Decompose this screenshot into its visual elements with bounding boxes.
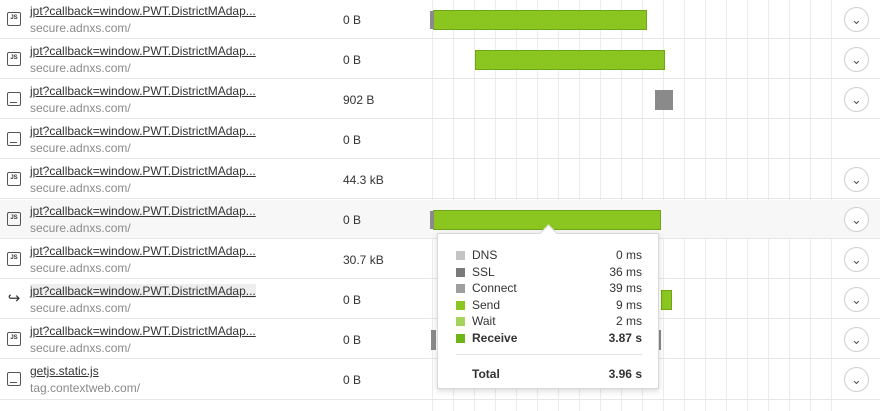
timing-value: 2 ms xyxy=(615,314,642,328)
request-name-link[interactable]: jpt?callback=window.PWT.DistrictMAdap... xyxy=(30,84,256,98)
request-name-link[interactable]: jpt?callback=window.PWT.DistrictMAdap... xyxy=(30,4,256,18)
request-domain: secure.adnxs.com/ xyxy=(30,181,131,195)
redirect-arrow-icon: ↪ xyxy=(7,290,21,307)
request-size: 0 B xyxy=(343,13,362,27)
timing-value: 36 ms xyxy=(609,265,642,279)
request-row[interactable]: JS jpt?callback=window.PWT.DistrictMAdap… xyxy=(0,40,880,79)
request-size: 0 B xyxy=(343,293,362,307)
request-size: 0 B xyxy=(343,133,362,147)
legend-swatch xyxy=(456,301,465,310)
legend-swatch xyxy=(456,284,465,293)
timing-receive: Receive 3.87 s xyxy=(456,331,642,347)
timing-value: 0 ms xyxy=(615,248,642,262)
request-domain: secure.adnxs.com/ xyxy=(30,261,131,275)
legend-swatch xyxy=(456,251,465,260)
request-name-link[interactable]: jpt?callback=window.PWT.DistrictMAdap... xyxy=(30,244,256,258)
timing-ssl: SSL 36 ms xyxy=(456,265,642,281)
timing-bar[interactable] xyxy=(475,50,665,70)
legend-swatch xyxy=(456,317,465,326)
request-name-link[interactable]: jpt?callback=window.PWT.DistrictMAdap... xyxy=(30,284,256,298)
timing-label: DNS xyxy=(472,248,498,262)
request-name-link[interactable]: jpt?callback=window.PWT.DistrictMAdap... xyxy=(30,124,256,138)
timing-bar-queue xyxy=(431,330,436,350)
request-domain: secure.adnxs.com/ xyxy=(30,301,131,315)
request-domain: secure.adnxs.com/ xyxy=(30,221,131,235)
timing-connect: Connect 39 ms xyxy=(456,281,642,297)
timing-label: Connect xyxy=(472,281,517,295)
chevron-down-icon[interactable]: ⌄ xyxy=(844,167,869,192)
timing-value: 3.87 s xyxy=(608,331,642,345)
timing-label: SSL xyxy=(472,265,495,279)
timing-send: Send 9 ms xyxy=(456,298,642,314)
js-file-icon: JS xyxy=(7,252,21,266)
js-file-icon: JS xyxy=(7,332,21,346)
request-row[interactable]: jpt?callback=window.PWT.DistrictMAdap...… xyxy=(0,120,880,159)
request-name-link[interactable]: jpt?callback=window.PWT.DistrictMAdap... xyxy=(30,164,256,178)
timing-bar[interactable] xyxy=(661,290,672,310)
js-file-icon: JS xyxy=(7,12,21,26)
request-size: 0 B xyxy=(343,373,362,387)
request-size: 0 B xyxy=(343,53,362,67)
chevron-down-icon[interactable]: ⌄ xyxy=(844,367,869,392)
chevron-down-icon[interactable]: ⌄ xyxy=(844,87,869,112)
request-domain: secure.adnxs.com/ xyxy=(30,21,131,35)
request-domain: tag.contextweb.com/ xyxy=(30,381,141,395)
chevron-down-icon[interactable]: ⌄ xyxy=(844,7,869,32)
timing-label: Wait xyxy=(472,314,496,328)
image-file-icon xyxy=(7,372,21,386)
request-domain: secure.adnxs.com/ xyxy=(30,101,131,115)
timing-label: Send xyxy=(472,298,501,312)
legend-swatch xyxy=(456,268,465,277)
chevron-down-icon[interactable]: ⌄ xyxy=(844,287,869,312)
timing-tooltip: DNS 0 ms SSL 36 ms Connect 39 ms Send 9 … xyxy=(437,224,659,389)
timing-label: Receive xyxy=(472,331,518,345)
chevron-down-icon[interactable]: ⌄ xyxy=(844,247,869,272)
request-name-link[interactable]: getjs.static.js xyxy=(30,364,99,378)
js-file-icon: JS xyxy=(7,52,21,66)
timing-bar[interactable] xyxy=(655,90,673,110)
timing-value: 39 ms xyxy=(609,281,642,295)
request-domain: secure.adnxs.com/ xyxy=(30,141,131,155)
request-size: 0 B xyxy=(343,213,362,227)
timing-total: Total 3.96 s xyxy=(456,367,642,383)
request-size: 902 B xyxy=(343,93,375,107)
request-name-link[interactable]: jpt?callback=window.PWT.DistrictMAdap... xyxy=(30,324,256,338)
image-file-icon xyxy=(7,92,21,106)
request-row[interactable]: JS jpt?callback=window.PWT.DistrictMAdap… xyxy=(0,160,880,199)
chevron-down-icon[interactable]: ⌄ xyxy=(844,327,869,352)
request-size: 44.3 kB xyxy=(343,173,384,187)
timing-wait: Wait 2 ms xyxy=(456,314,642,330)
request-name-link[interactable]: jpt?callback=window.PWT.DistrictMAdap... xyxy=(30,204,256,218)
request-size: 0 B xyxy=(343,333,362,347)
image-file-icon xyxy=(7,132,21,146)
js-file-icon: JS xyxy=(7,172,21,186)
tooltip-divider xyxy=(456,354,642,355)
request-row[interactable]: JS jpt?callback=window.PWT.DistrictMAdap… xyxy=(0,0,880,39)
timing-dns: DNS 0 ms xyxy=(456,248,642,264)
total-label: Total xyxy=(472,367,500,381)
chevron-down-icon[interactable]: ⌄ xyxy=(844,47,869,72)
js-file-icon: JS xyxy=(7,212,21,226)
legend-swatch xyxy=(456,334,465,343)
request-domain: secure.adnxs.com/ xyxy=(30,61,131,75)
total-value: 3.96 s xyxy=(608,367,642,381)
request-size: 30.7 kB xyxy=(343,253,384,267)
request-domain: secure.adnxs.com/ xyxy=(30,341,131,355)
timing-bar[interactable] xyxy=(430,10,647,30)
chevron-down-icon[interactable]: ⌄ xyxy=(844,207,869,232)
request-name-link[interactable]: jpt?callback=window.PWT.DistrictMAdap... xyxy=(30,44,256,58)
timing-value: 9 ms xyxy=(615,298,642,312)
request-row[interactable]: jpt?callback=window.PWT.DistrictMAdap...… xyxy=(0,80,880,119)
